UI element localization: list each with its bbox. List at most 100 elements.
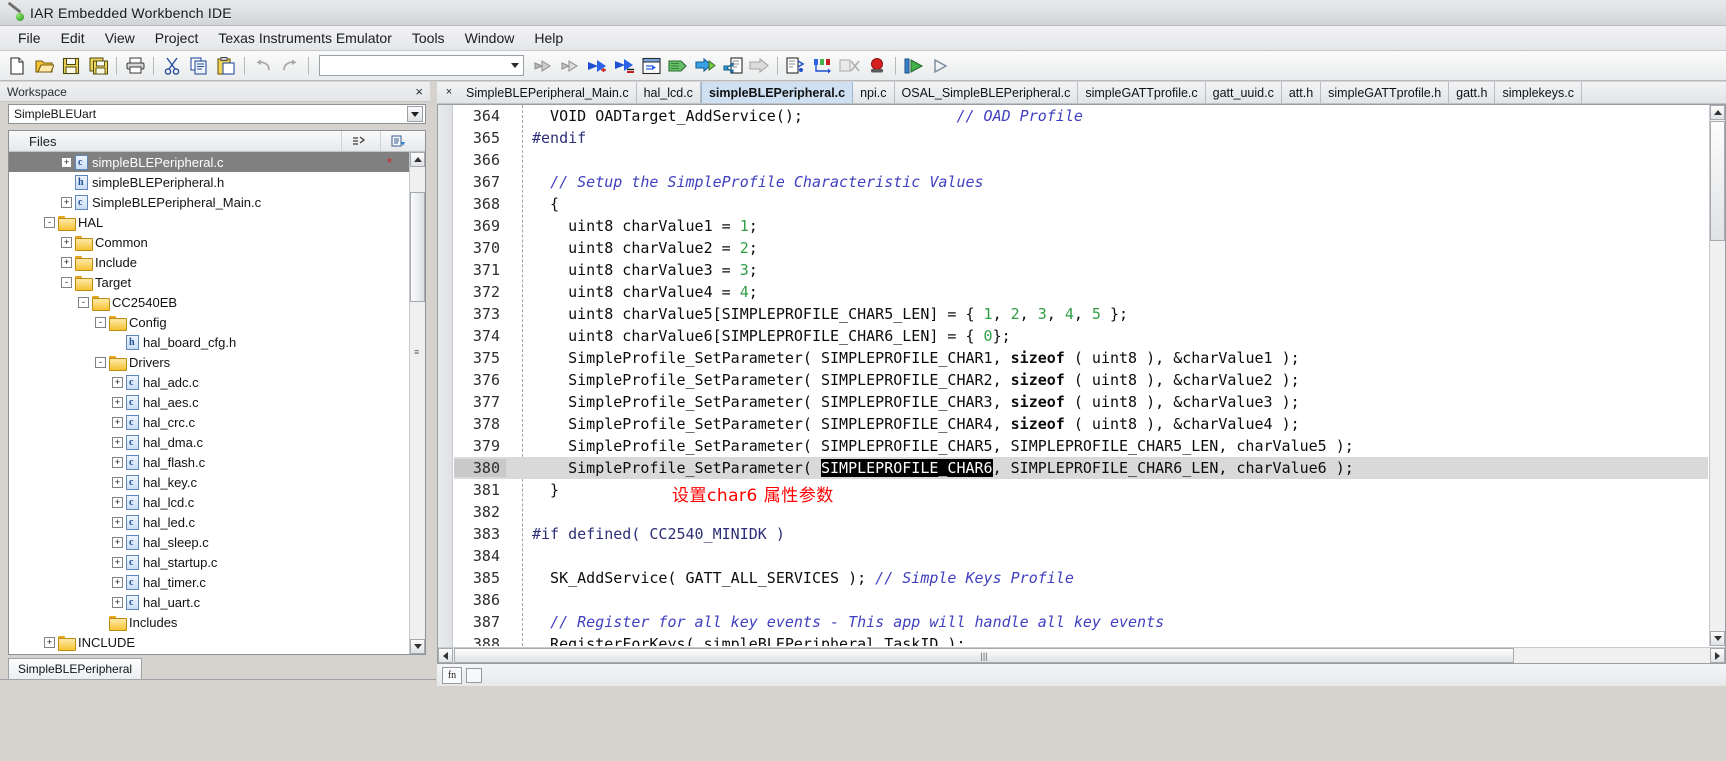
tree-item-hal-uart-c[interactable]: +chal_uart.c: [9, 592, 425, 612]
code-text[interactable]: uint8 charValue5[SIMPLEPROFILE_CHAR5_LEN…: [506, 305, 1708, 323]
tree-item-simplebleperipheral-h[interactable]: hsimpleBLEPeripheral.h: [9, 172, 425, 192]
code-line[interactable]: 367 // Setup the SimpleProfile Character…: [454, 171, 1708, 193]
chevron-down-icon[interactable]: [407, 106, 423, 122]
find-previous-icon[interactable]: [530, 54, 556, 78]
tree-item-common[interactable]: +Common: [9, 232, 425, 252]
tree-item-hal-led-c[interactable]: +chal_led.c: [9, 512, 425, 532]
editor-tab-simplegattprofile-c[interactable]: simpleGATTprofile.c: [1078, 82, 1205, 103]
editor-tab-att-h[interactable]: att.h: [1282, 82, 1321, 103]
scroll-up-button[interactable]: [410, 152, 425, 167]
go-to-line-icon[interactable]: [638, 54, 664, 78]
menu-ti-emulator[interactable]: Texas Instruments Emulator: [208, 28, 402, 48]
code-line[interactable]: 369 uint8 charValue1 = 1;: [454, 215, 1708, 237]
tree-item-hal-key-c[interactable]: +chal_key.c: [9, 472, 425, 492]
code-line[interactable]: 381 }设置char6 属性参数: [454, 479, 1708, 501]
menu-project[interactable]: Project: [145, 28, 209, 48]
collapse-icon[interactable]: -: [61, 277, 72, 288]
code-text[interactable]: SimpleProfile_SetParameter( SIMPLEPROFIL…: [506, 437, 1708, 455]
editor-horizontal-scrollbar[interactable]: |||: [438, 647, 1725, 663]
code-text[interactable]: SimpleProfile_SetParameter( SIMPLEPROFIL…: [506, 371, 1708, 389]
tree-item-hal-board-cfg-h[interactable]: hhal_board_cfg.h: [9, 332, 425, 352]
code-line[interactable]: 388 RegisterForKeys( simpleBLEPeripheral…: [454, 633, 1708, 646]
editor-tab-hal-lcd-c[interactable]: hal_lcd.c: [637, 82, 701, 103]
cut-icon[interactable]: [159, 54, 185, 78]
code-line[interactable]: 385 SK_AddService( GATT_ALL_SERVICES ); …: [454, 567, 1708, 589]
menu-tools[interactable]: Tools: [402, 28, 455, 48]
step-icon[interactable]: [928, 54, 954, 78]
compile-icon[interactable]: [665, 54, 691, 78]
tree-item-include[interactable]: +Include: [9, 252, 425, 272]
tree-item-simplebleperipheral-main-c[interactable]: +cSimpleBLEPeripheral_Main.c: [9, 192, 425, 212]
expand-icon[interactable]: +: [61, 157, 72, 168]
expand-icon[interactable]: +: [112, 497, 123, 508]
code-text[interactable]: VOID OADTarget_AddService(); // OAD Prof…: [506, 107, 1708, 125]
stop-debug-icon[interactable]: [864, 54, 890, 78]
workspace-close-button[interactable]: ×: [412, 85, 426, 98]
collapse-icon[interactable]: -: [44, 217, 55, 228]
disable-breakpoints-icon[interactable]: [837, 54, 863, 78]
editor-scroll-left-button[interactable]: [438, 648, 453, 663]
scrollbar-thumb[interactable]: [410, 192, 425, 302]
editor-tab-osal-simplebleperipheral-c[interactable]: OSAL_SimpleBLEPeripheral.c: [895, 82, 1079, 103]
editor-tab-simplegattprofile-h[interactable]: simpleGATTprofile.h: [1321, 82, 1449, 103]
expand-icon[interactable]: +: [112, 597, 123, 608]
expand-icon[interactable]: +: [112, 437, 123, 448]
tree-item-hal-aes-c[interactable]: +chal_aes.c: [9, 392, 425, 412]
save-all-icon[interactable]: [85, 54, 111, 78]
code-line[interactable]: 382: [454, 501, 1708, 523]
code-line[interactable]: 373 uint8 charValue5[SIMPLEPROFILE_CHAR5…: [454, 303, 1708, 325]
code-text[interactable]: {: [506, 195, 1708, 213]
quick-search-combo[interactable]: [319, 55, 524, 76]
code-text[interactable]: #if defined( CC2540_MINIDK ): [506, 525, 1708, 543]
collapse-icon[interactable]: -: [95, 357, 106, 368]
code-line[interactable]: 376 SimpleProfile_SetParameter( SIMPLEPR…: [454, 369, 1708, 391]
code-line[interactable]: 378 SimpleProfile_SetParameter( SIMPLEPR…: [454, 413, 1708, 435]
find-next-icon[interactable]: [557, 54, 583, 78]
scroll-down-button[interactable]: [410, 639, 425, 654]
chevron-down-icon[interactable]: [511, 63, 519, 68]
tree-item-hal-dma-c[interactable]: +chal_dma.c: [9, 432, 425, 452]
menu-help[interactable]: Help: [524, 28, 573, 48]
expand-icon[interactable]: +: [112, 577, 123, 588]
tree-item-hal-adc-c[interactable]: +chal_adc.c: [9, 372, 425, 392]
expand-icon[interactable]: +: [61, 237, 72, 248]
menu-edit[interactable]: Edit: [51, 28, 95, 48]
menu-view[interactable]: View: [95, 28, 145, 48]
bookmark-clear-icon[interactable]: [611, 54, 637, 78]
tree-item-hal-lcd-c[interactable]: +chal_lcd.c: [9, 492, 425, 512]
expand-icon[interactable]: +: [112, 477, 123, 488]
tree-item-hal-crc-c[interactable]: +chal_crc.c: [9, 412, 425, 432]
code-line[interactable]: 380 SimpleProfile_SetParameter( SIMPLEPR…: [454, 457, 1708, 479]
code-content[interactable]: 364 VOID OADTarget_AddService(); // OAD …: [454, 105, 1708, 646]
save-icon[interactable]: [58, 54, 84, 78]
tree-item-hal-startup-c[interactable]: +chal_startup.c: [9, 552, 425, 572]
expand-icon[interactable]: +: [44, 637, 55, 648]
editor-scroll-down-button[interactable]: [1710, 631, 1725, 646]
code-line[interactable]: 374 uint8 charValue6[SIMPLEPROFILE_CHAR6…: [454, 325, 1708, 347]
stop-build-icon[interactable]: [746, 54, 772, 78]
tree-item-target[interactable]: -Target: [9, 272, 425, 292]
copy-icon[interactable]: [186, 54, 212, 78]
open-folder-icon[interactable]: [31, 54, 57, 78]
code-line[interactable]: 383#if defined( CC2540_MINIDK ): [454, 523, 1708, 545]
code-line[interactable]: 372 uint8 charValue4 = 4;: [454, 281, 1708, 303]
editor-tab-simplebleperipheral-main-c[interactable]: SimpleBLEPeripheral_Main.c: [459, 82, 637, 103]
menu-file[interactable]: File: [8, 28, 51, 48]
expand-icon[interactable]: +: [112, 557, 123, 568]
paste-icon[interactable]: [213, 54, 239, 78]
collapse-icon[interactable]: -: [95, 317, 106, 328]
code-line[interactable]: 365#endif: [454, 127, 1708, 149]
code-line[interactable]: 370 uint8 charValue2 = 2;: [454, 237, 1708, 259]
expand-icon[interactable]: +: [112, 397, 123, 408]
code-line[interactable]: 384: [454, 545, 1708, 567]
editor-scrollbar-thumb[interactable]: [1710, 121, 1725, 241]
toggle-pane-button[interactable]: [466, 668, 482, 683]
code-line[interactable]: 386: [454, 589, 1708, 611]
expand-icon[interactable]: +: [112, 377, 123, 388]
editor-tab-gatt-h[interactable]: gatt.h: [1449, 82, 1495, 103]
tree-item-cc2540eb[interactable]: -CC2540EB: [9, 292, 425, 312]
code-text[interactable]: SimpleProfile_SetParameter( SIMPLEPROFIL…: [506, 393, 1708, 411]
code-line[interactable]: 377 SimpleProfile_SetParameter( SIMPLEPR…: [454, 391, 1708, 413]
tree-item-hal-flash-c[interactable]: +chal_flash.c: [9, 452, 425, 472]
expand-icon[interactable]: +: [61, 257, 72, 268]
